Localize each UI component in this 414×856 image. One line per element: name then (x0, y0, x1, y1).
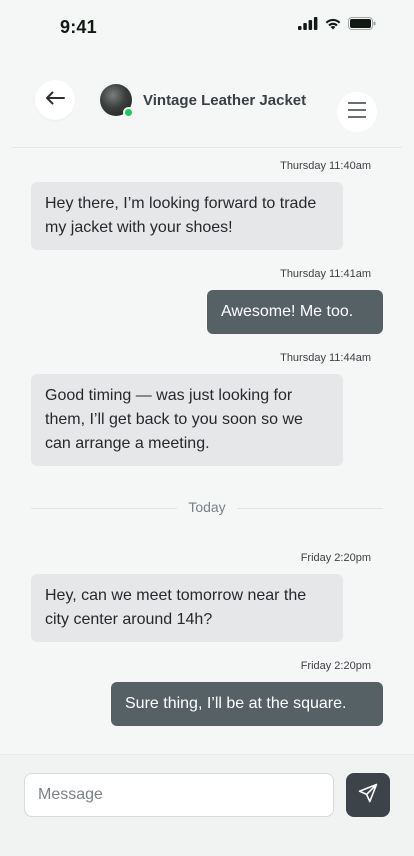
message-list[interactable]: Thursday 11:40am Hey there, I’m looking … (0, 148, 414, 754)
message-input[interactable] (24, 773, 334, 817)
outgoing-message: Sure thing, I’ll be at the square. (111, 682, 383, 726)
send-button[interactable] (346, 773, 390, 817)
wifi-icon (324, 17, 342, 35)
menu-button[interactable] (337, 92, 377, 132)
message-text: Hey there, I’m looking forward to trade … (45, 195, 317, 236)
hamburger-menu-icon (348, 101, 366, 123)
message-timestamp: Thursday 11:44am (280, 352, 371, 364)
chat-title: Vintage Leather Jacket (143, 92, 307, 109)
outgoing-message: Awesome! Me too. (207, 290, 383, 334)
chat-header: Vintage Leather Jacket (0, 54, 414, 148)
send-icon (358, 783, 378, 808)
arrow-left-icon (45, 91, 65, 110)
day-divider: Today (31, 497, 383, 519)
message-timestamp: Friday 2:20pm (300, 660, 371, 672)
back-button[interactable] (35, 80, 75, 120)
message-composer (0, 754, 414, 856)
day-divider-label: Today (188, 499, 226, 515)
message-timestamp: Thursday 11:41am (280, 268, 371, 280)
message-text: Awesome! Me too. (221, 303, 354, 320)
message-timestamp: Thursday 11:40am (280, 160, 371, 172)
status-icons (298, 17, 376, 35)
incoming-message: Hey, can we meet tomorrow near the city … (31, 574, 343, 642)
incoming-message: Good timing — was just looking for them,… (31, 374, 343, 466)
status-time: 9:41 (60, 17, 97, 37)
message-text: Sure thing, I’ll be at the square. (125, 695, 347, 712)
incoming-message: Hey there, I’m looking forward to trade … (31, 182, 343, 250)
battery-icon (348, 17, 376, 35)
message-text: Hey, can we meet tomorrow near the city … (45, 587, 307, 628)
message-timestamp: Friday 2:20pm (300, 552, 371, 564)
signal-icon (298, 17, 318, 35)
online-status-dot (123, 107, 134, 118)
status-bar: 9:41 (0, 0, 414, 54)
message-text: Good timing — was just looking for them,… (45, 387, 303, 452)
